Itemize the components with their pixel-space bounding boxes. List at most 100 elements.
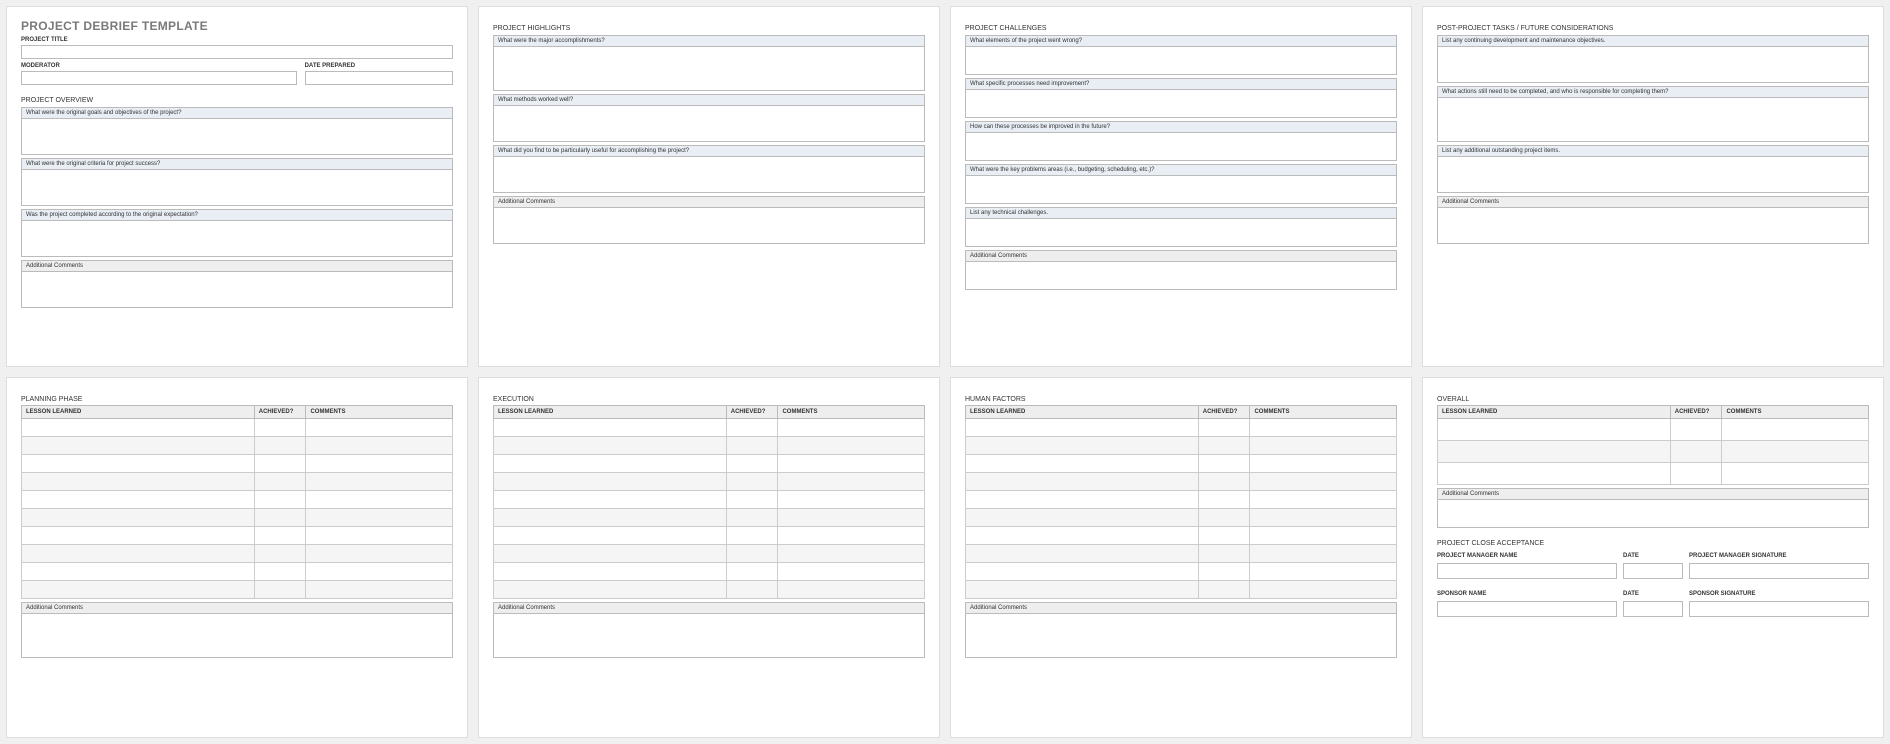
page-4: POST-PROJECT TASKS / FUTURE CONSIDERATIO… bbox=[1422, 6, 1884, 367]
p4-title: POST-PROJECT TASKS / FUTURE CONSIDERATIO… bbox=[1437, 25, 1869, 32]
table-row[interactable] bbox=[966, 455, 1397, 473]
col-lesson: LESSON LEARNED bbox=[1438, 406, 1671, 419]
table-row[interactable] bbox=[1438, 441, 1869, 463]
col-lesson: LESSON LEARNED bbox=[22, 406, 255, 419]
project-title-label: PROJECT TITLE bbox=[21, 37, 453, 43]
p1-additional-body[interactable] bbox=[21, 272, 453, 308]
document-title: PROJECT DEBRIEF TEMPLATE bbox=[21, 19, 453, 33]
table-row[interactable] bbox=[494, 545, 925, 563]
page-8: OVERALL LESSON LEARNED ACHIEVED? COMMENT… bbox=[1422, 377, 1884, 738]
col-comments: COMMENTS bbox=[778, 406, 925, 419]
table-row[interactable] bbox=[1438, 419, 1869, 441]
table-row[interactable] bbox=[494, 563, 925, 581]
p2-q2-body[interactable] bbox=[493, 106, 925, 142]
col-achieved: ACHIEVED? bbox=[726, 406, 778, 419]
p8-additional: Additional Comments bbox=[1437, 488, 1869, 500]
p1-q1: What were the original goals and objecti… bbox=[21, 107, 453, 119]
p3-q3: How can these processes be improved in t… bbox=[965, 121, 1397, 133]
p1-q3-body[interactable] bbox=[21, 221, 453, 257]
p4-q2-body[interactable] bbox=[1437, 98, 1869, 142]
table-row[interactable] bbox=[494, 455, 925, 473]
sponsor-sig-input[interactable] bbox=[1689, 601, 1869, 617]
p8-additional-body[interactable] bbox=[1437, 500, 1869, 528]
p4-additional: Additional Comments bbox=[1437, 196, 1869, 208]
p6-additional-body[interactable] bbox=[493, 614, 925, 658]
page-6: EXECUTION LESSON LEARNED ACHIEVED? COMME… bbox=[478, 377, 940, 738]
table-row[interactable] bbox=[494, 473, 925, 491]
p3-q4-body[interactable] bbox=[965, 176, 1397, 204]
p2-additional-body[interactable] bbox=[493, 208, 925, 244]
page-5: PLANNING PHASE LESSON LEARNED ACHIEVED? … bbox=[6, 377, 468, 738]
p2-q1-body[interactable] bbox=[493, 47, 925, 91]
pm-sig-label: PROJECT MANAGER SIGNATURE bbox=[1689, 553, 1869, 559]
col-comments: COMMENTS bbox=[1250, 406, 1397, 419]
table-row[interactable] bbox=[22, 563, 453, 581]
page-1: PROJECT DEBRIEF TEMPLATE PROJECT TITLE M… bbox=[6, 6, 468, 367]
table-row[interactable] bbox=[22, 509, 453, 527]
table-row[interactable] bbox=[22, 581, 453, 599]
p5-additional: Additional Comments bbox=[21, 602, 453, 614]
p4-q1: List any continuing development and main… bbox=[1437, 35, 1869, 47]
pm-name-input[interactable] bbox=[1437, 563, 1617, 579]
table-row[interactable] bbox=[22, 545, 453, 563]
moderator-input[interactable] bbox=[21, 71, 297, 85]
table-row[interactable] bbox=[966, 581, 1397, 599]
p3-q5-body[interactable] bbox=[965, 219, 1397, 247]
p2-title: PROJECT HIGHLIGHTS bbox=[493, 25, 925, 32]
p3-q5: List any technical challenges. bbox=[965, 207, 1397, 219]
table-row[interactable] bbox=[966, 563, 1397, 581]
p2-additional: Additional Comments bbox=[493, 196, 925, 208]
table-row[interactable] bbox=[966, 527, 1397, 545]
table-row[interactable] bbox=[494, 509, 925, 527]
p5-additional-body[interactable] bbox=[21, 614, 453, 658]
table-row[interactable] bbox=[22, 437, 453, 455]
table-row[interactable] bbox=[494, 437, 925, 455]
table-row[interactable] bbox=[966, 437, 1397, 455]
table-row[interactable] bbox=[494, 581, 925, 599]
p8-title: OVERALL bbox=[1437, 396, 1869, 403]
project-title-input[interactable] bbox=[21, 45, 453, 59]
p4-q1-body[interactable] bbox=[1437, 47, 1869, 83]
p4-additional-body[interactable] bbox=[1437, 208, 1869, 244]
p3-q3-body[interactable] bbox=[965, 133, 1397, 161]
template-grid: PROJECT DEBRIEF TEMPLATE PROJECT TITLE M… bbox=[6, 6, 1884, 738]
table-row[interactable] bbox=[966, 473, 1397, 491]
p4-q3: List any additional outstanding project … bbox=[1437, 145, 1869, 157]
p7-additional-body[interactable] bbox=[965, 614, 1397, 658]
p5-title: PLANNING PHASE bbox=[21, 396, 453, 403]
table-row[interactable] bbox=[22, 419, 453, 437]
p3-additional-body[interactable] bbox=[965, 262, 1397, 290]
table-row[interactable] bbox=[22, 491, 453, 509]
p4-q3-body[interactable] bbox=[1437, 157, 1869, 193]
col-lesson: LESSON LEARNED bbox=[966, 406, 1199, 419]
table-row[interactable] bbox=[966, 491, 1397, 509]
sponsor-name-input[interactable] bbox=[1437, 601, 1617, 617]
date-prepared-input[interactable] bbox=[305, 71, 453, 85]
table-row[interactable] bbox=[1438, 463, 1869, 485]
pm-sig-input[interactable] bbox=[1689, 563, 1869, 579]
table-row[interactable] bbox=[494, 527, 925, 545]
p2-q2: What methods worked well? bbox=[493, 94, 925, 106]
p1-q2-body[interactable] bbox=[21, 170, 453, 206]
sponsor-date-input[interactable] bbox=[1623, 601, 1683, 617]
p3-q2-body[interactable] bbox=[965, 90, 1397, 118]
p3-q1-body[interactable] bbox=[965, 47, 1397, 75]
p3-q1: What elements of the project went wrong? bbox=[965, 35, 1397, 47]
p1-q3: Was the project completed according to t… bbox=[21, 209, 453, 221]
p1-q2: What were the original criteria for proj… bbox=[21, 158, 453, 170]
planning-lessons-table: LESSON LEARNED ACHIEVED? COMMENTS bbox=[21, 405, 453, 599]
table-row[interactable] bbox=[22, 455, 453, 473]
pm-date-input[interactable] bbox=[1623, 563, 1683, 579]
table-row[interactable] bbox=[966, 419, 1397, 437]
p2-q3-body[interactable] bbox=[493, 157, 925, 193]
p3-additional: Additional Comments bbox=[965, 250, 1397, 262]
p1-q1-body[interactable] bbox=[21, 119, 453, 155]
table-row[interactable] bbox=[494, 419, 925, 437]
table-row[interactable] bbox=[22, 473, 453, 491]
moderator-label: MODERATOR bbox=[21, 63, 297, 69]
table-row[interactable] bbox=[966, 545, 1397, 563]
table-row[interactable] bbox=[22, 527, 453, 545]
table-row[interactable] bbox=[966, 509, 1397, 527]
p1-additional: Additional Comments bbox=[21, 260, 453, 272]
table-row[interactable] bbox=[494, 491, 925, 509]
